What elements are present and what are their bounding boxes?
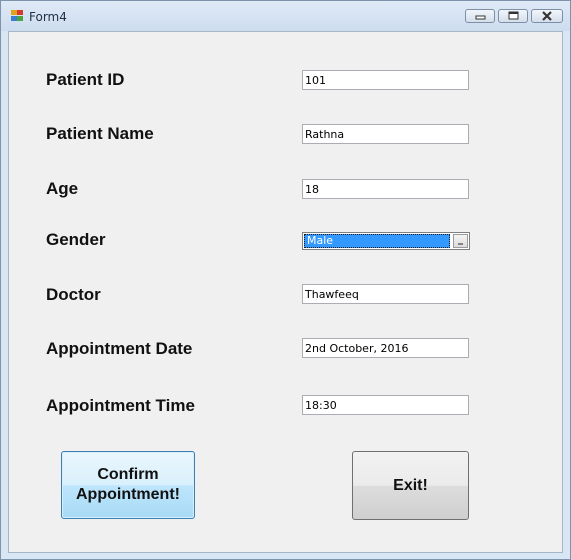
age-field[interactable]	[302, 179, 469, 199]
exit-button-label: Exit!	[393, 476, 428, 494]
chevron-down-icon	[458, 243, 463, 245]
window-title: Form4	[29, 10, 67, 24]
dropdown-arrow-icon[interactable]	[453, 234, 468, 248]
minimize-button[interactable]	[465, 9, 495, 23]
doctor-label: Doctor	[46, 285, 101, 304]
appointment-date-label: Appointment Date	[46, 339, 193, 358]
close-icon	[542, 11, 552, 21]
patient-name-field[interactable]	[302, 124, 469, 144]
minimize-icon	[475, 15, 486, 20]
confirm-button-label-line2: Appointment!	[76, 486, 180, 503]
maximize-icon	[508, 11, 519, 20]
close-button[interactable]	[531, 9, 563, 23]
title-bar[interactable]: Form4	[1, 1, 570, 31]
form4-window: Form4 Patient ID Patient Name Age Gender	[0, 0, 571, 560]
maximize-button[interactable]	[498, 9, 528, 23]
exit-button[interactable]: Exit!	[352, 451, 469, 520]
confirm-button-label-line1: Confirm	[97, 466, 159, 483]
appointment-time-field[interactable]	[302, 395, 469, 415]
form-app-icon[interactable]	[11, 10, 24, 22]
age-label: Age	[46, 179, 79, 198]
doctor-field[interactable]	[302, 284, 469, 304]
patient-id-label: Patient ID	[46, 70, 125, 89]
form-client-area: Patient ID Patient Name Age Gender Male …	[8, 31, 563, 553]
confirm-appointment-button[interactable]: Confirm Appointment!	[61, 451, 195, 519]
gender-label: Gender	[46, 230, 106, 249]
patient-name-label: Patient Name	[46, 124, 154, 143]
gender-dropdown[interactable]: Male	[302, 232, 470, 250]
patient-id-field[interactable]	[302, 70, 469, 90]
appointment-date-field[interactable]	[302, 338, 469, 358]
appointment-time-label: Appointment Time	[46, 396, 195, 415]
gender-selected-value[interactable]: Male	[304, 234, 450, 248]
